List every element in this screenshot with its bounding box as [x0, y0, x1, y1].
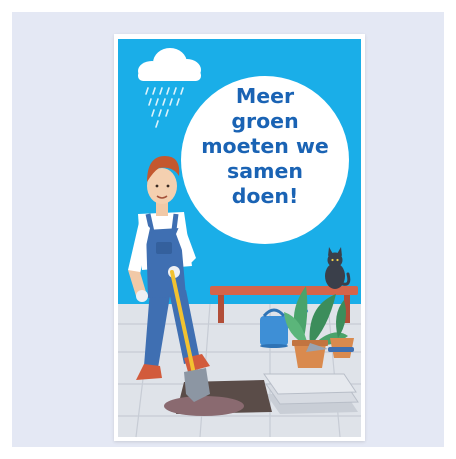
- paving-tiles: [263, 373, 359, 414]
- poster-headline: Meer groen moeten we samen doen!: [201, 84, 329, 208]
- poster: Meer groen moeten we samen doen!: [114, 34, 365, 441]
